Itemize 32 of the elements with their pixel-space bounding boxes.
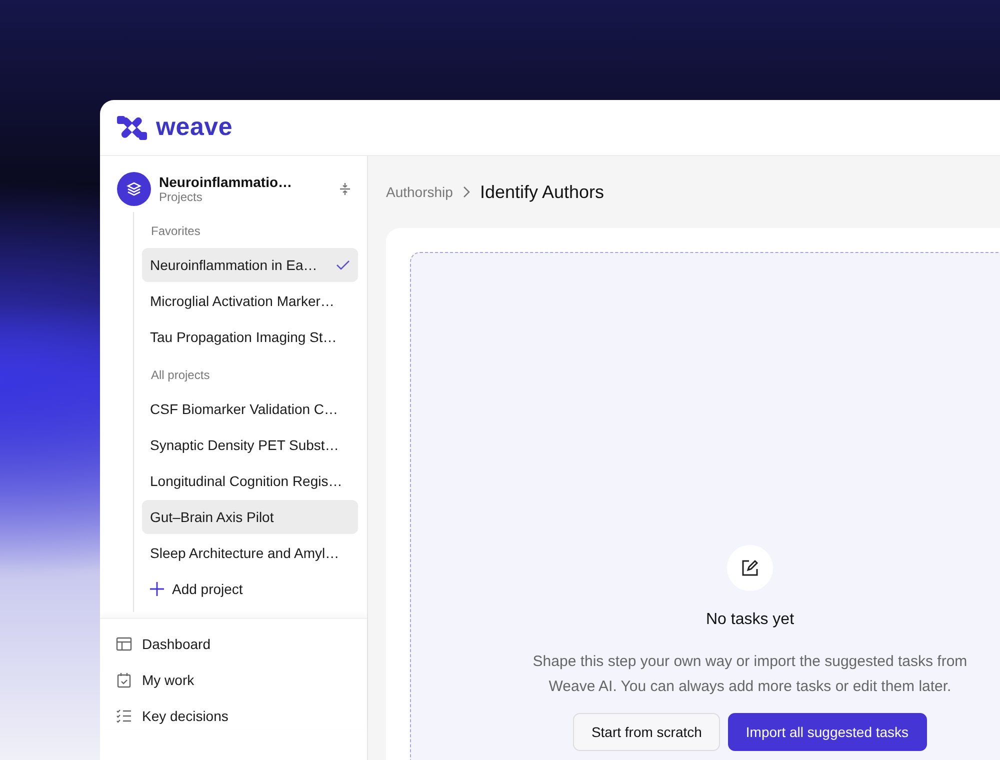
project-item[interactable]: Neuroinflammation in Ea…: [142, 248, 358, 282]
add-project-button[interactable]: Add project: [142, 572, 358, 606]
project-title[interactable]: Neuroinflammatio…: [159, 174, 331, 190]
project-item[interactable]: Sleep Architecture and Amyl…: [142, 536, 358, 570]
layers-icon: [117, 172, 151, 206]
project-item[interactable]: Tau Propagation Imaging St…: [142, 320, 358, 354]
empty-state-title: No tasks yet: [706, 611, 794, 629]
chevron-right-icon: [462, 186, 470, 198]
project-item[interactable]: Gut–Brain Axis Pilot: [142, 500, 358, 534]
nav-item[interactable]: Dashboard: [116, 631, 367, 657]
plus-icon: [150, 582, 164, 596]
nav-item[interactable]: My work: [116, 667, 367, 693]
breadcrumb-link[interactable]: Authorship: [386, 184, 453, 200]
project-item[interactable]: Longitudinal Cognition Regis…: [142, 464, 358, 498]
project-item[interactable]: Microglial Activation Marker…: [142, 284, 358, 318]
start-button[interactable]: Start from scratch: [573, 713, 720, 751]
checklist-icon: [116, 709, 132, 723]
empty-state-description: Shape this step your own way or import the suggested tasks from Weave AI. You can always add more tasks or edit them later.: [532, 652, 968, 697]
edit-icon: [727, 545, 773, 591]
project-subtitle: Projects: [159, 190, 204, 204]
collapse-icon[interactable]: [339, 182, 351, 196]
import-button[interactable]: Import all suggested tasks: [728, 713, 927, 751]
nav-item[interactable]: Key decisions: [116, 703, 367, 729]
section-label: Favorites: [150, 223, 202, 240]
project-item[interactable]: Synaptic Density PET Subst…: [142, 428, 358, 462]
brand-name: weave: [156, 113, 233, 142]
check-icon: [336, 260, 350, 270]
section-label: All projects: [150, 367, 211, 384]
calendar-check-icon: [116, 672, 132, 688]
project-item[interactable]: CSF Biomarker Validation C…: [142, 392, 358, 426]
layout-icon: [116, 637, 132, 651]
page-title: Identify Authors: [480, 182, 604, 202]
